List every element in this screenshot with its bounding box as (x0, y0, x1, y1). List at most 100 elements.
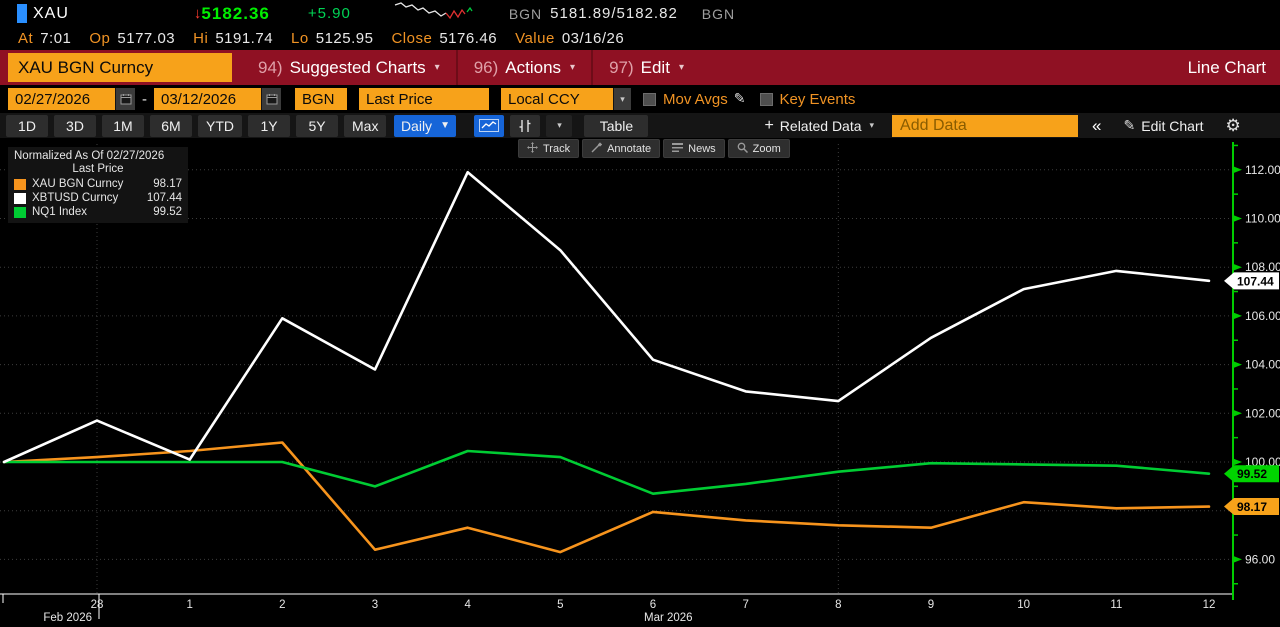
candle-chart-type-button[interactable] (510, 115, 540, 137)
pricing-source-left: BGN (509, 6, 542, 22)
legend-series-name: NQ1 Index (32, 206, 153, 218)
cursor-block-icon (17, 4, 27, 23)
pricing-source-select[interactable]: BGN (295, 88, 347, 110)
related-data-button[interactable]: + Related Data ▾ (756, 115, 882, 137)
last-price: 5182.36 (201, 4, 269, 24)
edit-pencil-icon: ✎ (1124, 118, 1136, 134)
track-icon (527, 142, 543, 156)
menu-item-edit[interactable]: 97)Edit▾ (591, 50, 700, 85)
legend-series-value: 107.44 (147, 192, 182, 204)
calendar-icon[interactable] (115, 88, 135, 110)
add-data-input[interactable] (892, 115, 1078, 137)
period-button-ytd[interactable]: YTD (198, 115, 242, 137)
candle-chart-icon (518, 119, 532, 133)
period-button-1m[interactable]: 1M (102, 115, 144, 137)
stats-bar: At7:01Op5177.03Hi5191.74Lo5125.95Close51… (0, 27, 1280, 50)
sparkline-icon (393, 0, 485, 27)
menu-item-label: Actions (505, 58, 561, 78)
legend-swatch-icon (14, 193, 26, 204)
date-from-field[interactable]: 02/27/2026 (8, 88, 115, 110)
line-chart-type-button[interactable] (474, 115, 504, 137)
calendar-icon[interactable] (261, 88, 281, 110)
chart-tool-label: Zoom (753, 143, 781, 155)
chart-tool-news[interactable]: News (663, 139, 725, 158)
x-tick-label: 6 (650, 599, 656, 611)
x-tick-label: 7 (742, 599, 748, 611)
chart-type-dropdown-caret-icon[interactable]: ▾ (546, 115, 572, 137)
stat-value: 5191.74 (215, 30, 273, 47)
date-to-field[interactable]: 03/12/2026 (154, 88, 261, 110)
y-major-tick-icon (1233, 215, 1242, 222)
quote-bar: XAU ↓ 5182.36 +5.90 BGN 5181.89/5182.82 … (0, 0, 1280, 27)
x-tick-label: 11 (1110, 599, 1122, 611)
axis-price-tag-label: 98.17 (1237, 500, 1267, 514)
edit-chart-button[interactable]: ✎ Edit Chart (1116, 115, 1212, 137)
currency-select[interactable]: Local CCY (501, 88, 613, 110)
price-field-select[interactable]: Last Price (359, 88, 489, 110)
period-button-6m[interactable]: 6M (150, 115, 192, 137)
legend-series-name: XBTUSD Curncy (32, 192, 147, 204)
mov-avgs-pencil-icon[interactable]: ✎ (734, 91, 746, 107)
key-events-checkbox[interactable] (760, 93, 773, 106)
price-change: +5.90 (308, 5, 351, 22)
stat-lo: Lo 5125.95 (291, 30, 373, 47)
x-tick-label: 3 (372, 599, 378, 611)
stat-value: 5125.95 (316, 30, 374, 47)
legend-item[interactable]: XAU BGN Curncy98.17 (14, 178, 182, 190)
stat-op: Op5177.03 (89, 30, 175, 47)
annotate-icon (591, 142, 607, 156)
chart-legend: Normalized As Of 02/27/2026 Last Price X… (8, 147, 188, 223)
series-line-xau-bgn-curncy (4, 443, 1209, 553)
settings-gear-icon[interactable]: ⚙ (1218, 115, 1249, 137)
stat-value: 5177.03 (117, 30, 175, 47)
legend-item[interactable]: XBTUSD Curncy107.44 (14, 192, 182, 204)
menu-item-actions[interactable]: 96)Actions▾ (456, 50, 591, 85)
chart-tool-annotate[interactable]: Annotate (582, 139, 660, 158)
period-button-3d[interactable]: 3D (54, 115, 96, 137)
period-button-1d[interactable]: 1D (6, 115, 48, 137)
menu-item-number: 97) (609, 58, 634, 78)
period-button-max[interactable]: Max (344, 115, 386, 137)
y-major-tick-icon (1233, 556, 1242, 563)
menu-item-number: 94) (258, 58, 283, 78)
period-buttons: 1D 3D 1M 6M YTD 1Y 5Y Max (0, 115, 386, 137)
bloomberg-terminal-window: XAU ↓ 5182.36 +5.90 BGN 5181.89/5182.82 … (0, 0, 1280, 627)
view-title: Line Chart (1188, 58, 1266, 78)
menu-items: 94)Suggested Charts▾96)Actions▾97)Edit▾ (242, 50, 700, 85)
chart-tool-label: Track (543, 143, 570, 155)
y-tick-label: 112.00 (1245, 163, 1280, 177)
table-button[interactable]: Table (584, 115, 648, 137)
stat-label: Lo (291, 30, 309, 47)
stat-label: At (18, 30, 33, 47)
collapse-panel-button[interactable]: « (1084, 115, 1109, 137)
chart-tool-track[interactable]: Track (518, 139, 579, 158)
legend-series-value: 98.17 (153, 178, 182, 190)
month-label: Mar 2026 (644, 612, 693, 624)
date-range-separator: - (142, 91, 147, 108)
menu-item-suggested-charts[interactable]: 94)Suggested Charts▾ (242, 50, 456, 85)
plus-icon: + (764, 117, 773, 135)
settings-bar: 02/27/2026 - 03/12/2026 BGN Last Price L… (0, 85, 1280, 113)
x-tick-label: 8 (835, 599, 841, 611)
period-button-1y[interactable]: 1Y (248, 115, 290, 137)
legend-item[interactable]: NQ1 Index99.52 (14, 206, 182, 218)
period-button-5y[interactable]: 5Y (296, 115, 338, 137)
pricing-source-right: BGN (702, 6, 735, 22)
y-major-tick-icon (1233, 410, 1242, 417)
legend-series-value: 99.52 (153, 206, 182, 218)
mov-avgs-label[interactable]: Mov Avgs (663, 91, 728, 108)
currency-dropdown-caret-icon[interactable]: ▾ (613, 88, 631, 110)
y-tick-label: 96.00 (1245, 552, 1275, 566)
key-events-label[interactable]: Key Events (780, 91, 856, 108)
chart-tool-zoom[interactable]: Zoom (728, 139, 790, 158)
menu-item-label: Suggested Charts (290, 58, 426, 78)
security-button[interactable]: XAU BGN Curncy (8, 53, 232, 82)
y-major-tick-icon (1233, 166, 1242, 173)
chart-plot[interactable]: 28123456789101112Feb 2026Mar 202696.0010… (0, 138, 1280, 627)
mov-avgs-checkbox[interactable] (643, 93, 656, 106)
stat-value: Value03/16/26 (515, 30, 624, 47)
stat-at: At7:01 (18, 30, 71, 47)
frequency-select[interactable]: Daily ▼ (394, 115, 456, 137)
y-major-tick-icon (1233, 312, 1242, 319)
chart-toolbar: 1D 3D 1M 6M YTD 1Y 5Y Max Daily ▼ ▾ Table + Rel… (0, 113, 1280, 138)
